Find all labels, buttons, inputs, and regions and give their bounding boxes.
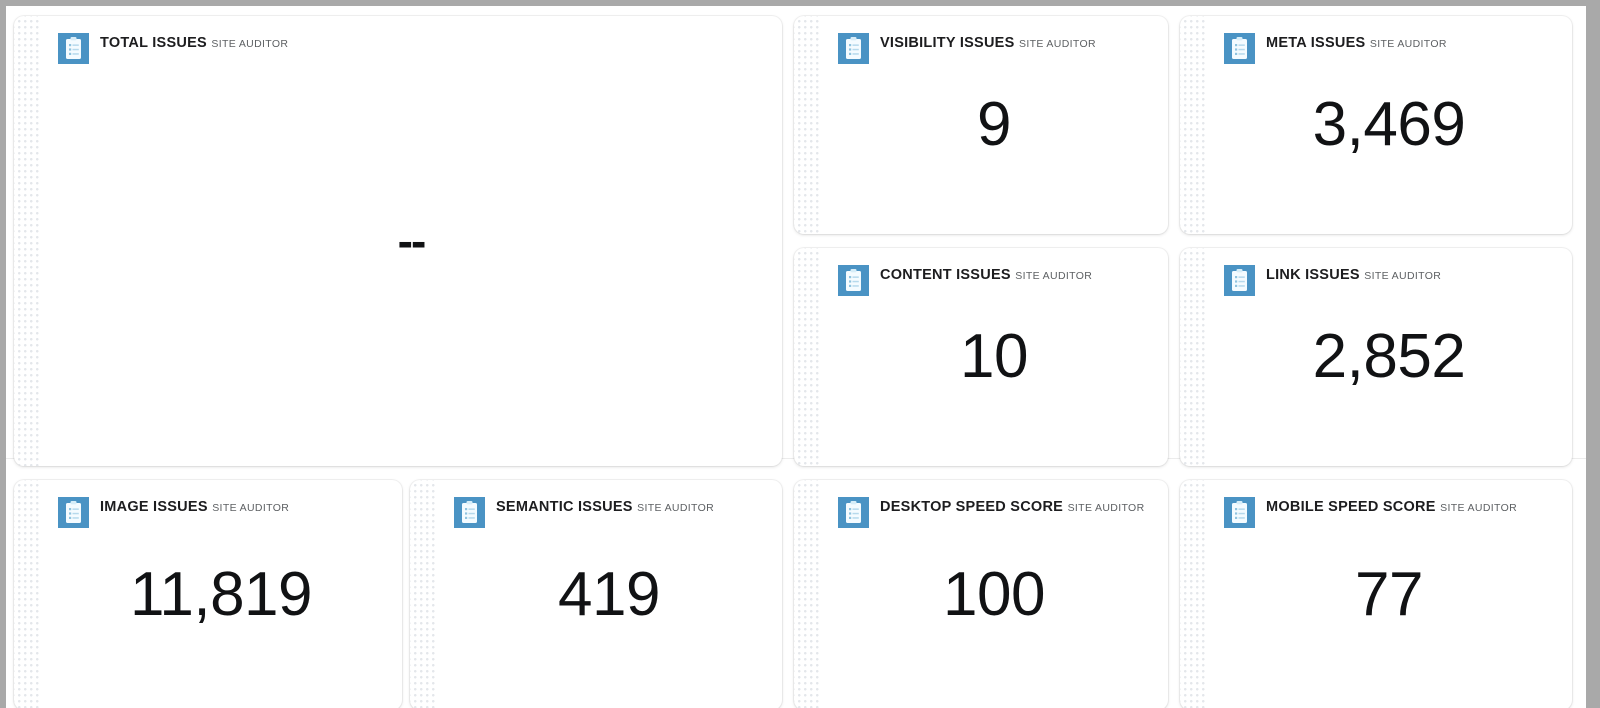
widget-semantic-issues[interactable]: SEMANTIC ISSUES SITE AUDITOR 419	[410, 480, 782, 708]
widget-header: LINK ISSUES SITE AUDITOR	[1224, 265, 1558, 296]
drag-grip[interactable]	[410, 480, 436, 708]
widget-subtitle: SITE AUDITOR	[1364, 270, 1442, 282]
widget-header-text: CONTENT ISSUES SITE AUDITOR	[880, 265, 1092, 284]
widget-subtitle: SITE AUDITOR	[1015, 270, 1093, 282]
drag-grip[interactable]	[794, 16, 820, 234]
widget-header-text: DESKTOP SPEED SCORE SITE AUDITOR	[880, 497, 1145, 516]
widget-visibility-issues[interactable]: VISIBILITY ISSUES SITE AUDITOR 9	[794, 16, 1168, 234]
widget-subtitle: SITE AUDITOR	[212, 502, 290, 514]
clipboard-icon	[58, 33, 89, 64]
widget-title: TOTAL ISSUES	[100, 35, 207, 51]
clipboard-icon	[58, 497, 89, 528]
widget-header-text: VISIBILITY ISSUES SITE AUDITOR	[880, 33, 1096, 52]
widget-title: SEMANTIC ISSUES	[496, 499, 633, 515]
widget-subtitle: SITE AUDITOR	[637, 502, 715, 514]
widget-title: IMAGE ISSUES	[100, 499, 208, 515]
drag-grip[interactable]	[1180, 480, 1206, 708]
clipboard-icon	[838, 33, 869, 64]
widget-mobile-speed-score[interactable]: MOBILE SPEED SCORE SITE AUDITOR 77	[1180, 480, 1572, 708]
drag-grip[interactable]	[794, 248, 820, 466]
clipboard-icon	[1224, 265, 1255, 296]
widget-header: CONTENT ISSUES SITE AUDITOR	[838, 265, 1154, 296]
widget-title: VISIBILITY ISSUES	[880, 35, 1015, 51]
clipboard-icon	[838, 265, 869, 296]
clipboard-icon	[838, 497, 869, 528]
drag-grip[interactable]	[794, 480, 820, 708]
dashboard-canvas: TOTAL ISSUES SITE AUDITOR -- VISIBILITY …	[6, 6, 1586, 708]
clipboard-icon	[454, 497, 485, 528]
widget-header-text: META ISSUES SITE AUDITOR	[1266, 33, 1447, 52]
widget-header: META ISSUES SITE AUDITOR	[1224, 33, 1558, 64]
widget-header-text: IMAGE ISSUES SITE AUDITOR	[100, 497, 289, 516]
widget-title: DESKTOP SPEED SCORE	[880, 499, 1064, 515]
widget-header: VISIBILITY ISSUES SITE AUDITOR	[838, 33, 1154, 64]
drag-grip[interactable]	[14, 480, 40, 708]
widget-image-issues[interactable]: IMAGE ISSUES SITE AUDITOR 11,819	[14, 480, 402, 708]
drag-grip[interactable]	[1180, 16, 1206, 234]
widget-header-text: TOTAL ISSUES SITE AUDITOR	[100, 33, 288, 52]
widget-header-text: MOBILE SPEED SCORE SITE AUDITOR	[1266, 497, 1517, 516]
widget-title: LINK ISSUES	[1266, 267, 1360, 283]
widget-meta-issues[interactable]: META ISSUES SITE AUDITOR 3,469	[1180, 16, 1572, 234]
drag-grip[interactable]	[14, 16, 40, 466]
widget-subtitle: SITE AUDITOR	[1067, 502, 1145, 514]
widget-title: META ISSUES	[1266, 35, 1366, 51]
clipboard-icon	[1224, 497, 1255, 528]
widget-header-text: LINK ISSUES SITE AUDITOR	[1266, 265, 1441, 284]
dashboard-frame: TOTAL ISSUES SITE AUDITOR -- VISIBILITY …	[0, 0, 1600, 708]
widget-header: DESKTOP SPEED SCORE SITE AUDITOR	[838, 497, 1154, 528]
widget-content-issues[interactable]: CONTENT ISSUES SITE AUDITOR 10	[794, 248, 1168, 466]
widget-header-text: SEMANTIC ISSUES SITE AUDITOR	[496, 497, 714, 516]
drag-grip[interactable]	[1180, 248, 1206, 466]
widget-header: MOBILE SPEED SCORE SITE AUDITOR	[1224, 497, 1558, 528]
widget-subtitle: SITE AUDITOR	[1440, 502, 1518, 514]
clipboard-icon	[1224, 33, 1255, 64]
widget-total-issues[interactable]: TOTAL ISSUES SITE AUDITOR --	[14, 16, 782, 466]
widget-value: --	[397, 215, 427, 267]
widget-subtitle: SITE AUDITOR	[211, 38, 289, 50]
widget-header: SEMANTIC ISSUES SITE AUDITOR	[454, 497, 768, 528]
widget-header: IMAGE ISSUES SITE AUDITOR	[58, 497, 388, 528]
widget-title: CONTENT ISSUES	[880, 267, 1011, 283]
widget-title: MOBILE SPEED SCORE	[1266, 499, 1436, 515]
widget-header: TOTAL ISSUES SITE AUDITOR	[58, 33, 768, 64]
widget-link-issues[interactable]: LINK ISSUES SITE AUDITOR 2,852	[1180, 248, 1572, 466]
widget-desktop-speed-score[interactable]: DESKTOP SPEED SCORE SITE AUDITOR 100	[794, 480, 1168, 708]
widget-subtitle: SITE AUDITOR	[1369, 38, 1447, 50]
widget-subtitle: SITE AUDITOR	[1018, 38, 1096, 50]
